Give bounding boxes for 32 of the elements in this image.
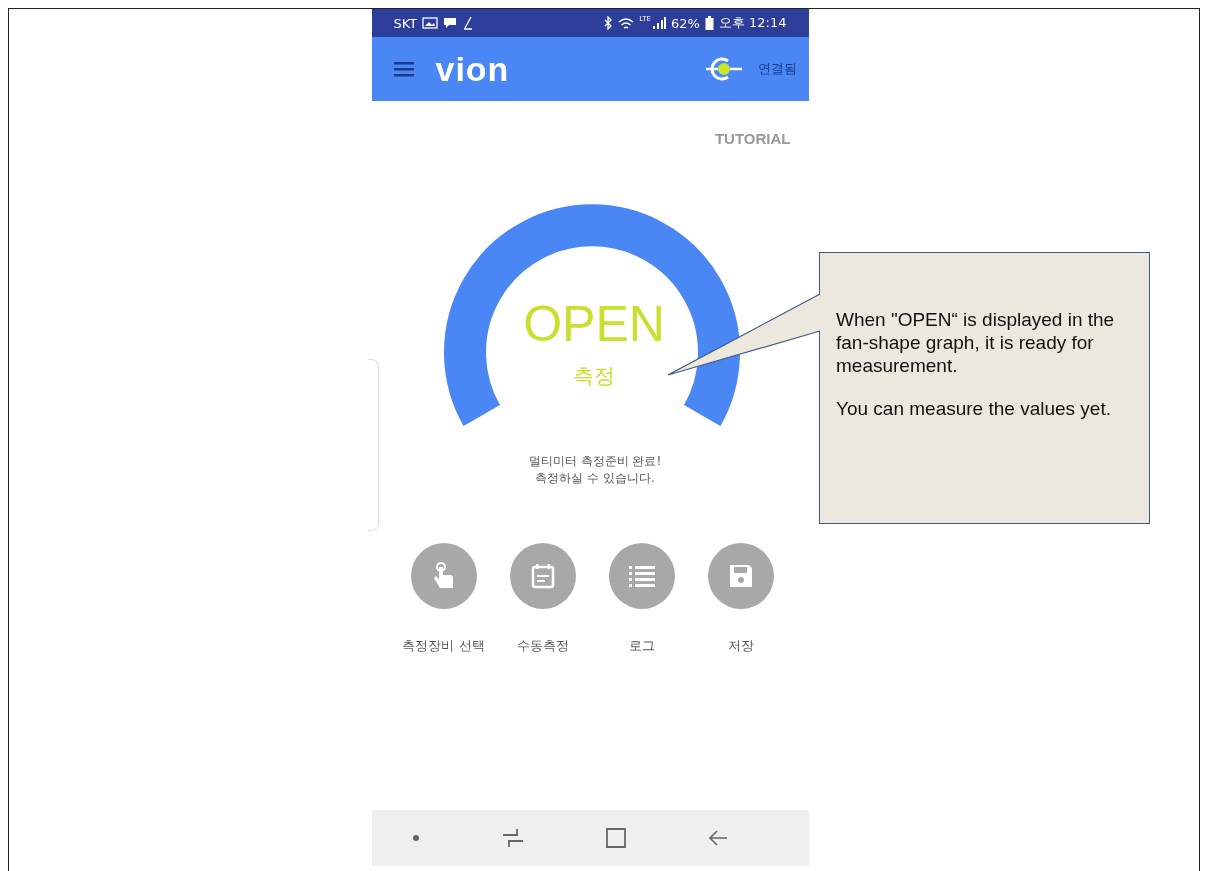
pen-icon <box>462 16 475 30</box>
gauge-state: OPEN <box>523 297 665 352</box>
battery-icon <box>704 16 714 30</box>
connection-status: 연결됨 <box>757 60 797 78</box>
plug-icon <box>703 56 744 82</box>
save-icon <box>728 563 753 588</box>
menu-icon[interactable] <box>393 61 414 77</box>
action-label: 측정장비 선택 <box>402 636 485 655</box>
status-message: 멀티미터 측정준비 완료! <box>528 453 662 470</box>
callout-text: You can measure the values yet. <box>836 398 1112 422</box>
dot-icon[interactable] <box>412 834 421 842</box>
app-logo: vion <box>435 49 510 89</box>
carrier-text: SKT <box>393 15 418 31</box>
list-icon <box>628 564 655 587</box>
chat-icon <box>443 17 458 29</box>
action-label: 저장 <box>727 636 754 655</box>
back-icon[interactable] <box>707 829 728 847</box>
home-icon[interactable] <box>605 828 626 848</box>
signal-icon <box>652 17 666 29</box>
callout-text: When "OPEN“ is displayed in the fan-shape graph, it is ready for measurement. <box>836 309 1116 378</box>
recent-apps-icon[interactable] <box>502 828 525 848</box>
action-label: 로그 <box>628 636 655 655</box>
gauge-mode: 측정 <box>573 363 615 390</box>
battery-text: 62% <box>671 15 700 31</box>
status-message: 측정하실 수 있습니다. <box>535 469 655 487</box>
calendar-icon <box>530 562 555 589</box>
action-label: 수동측정 <box>516 636 569 655</box>
image-icon <box>422 17 439 29</box>
bluetooth-icon <box>603 16 614 30</box>
wifi-icon <box>618 16 635 30</box>
clock-text: 오후 12:14 <box>718 14 787 32</box>
tutorial-button[interactable]: TUTORIAL <box>712 128 793 149</box>
